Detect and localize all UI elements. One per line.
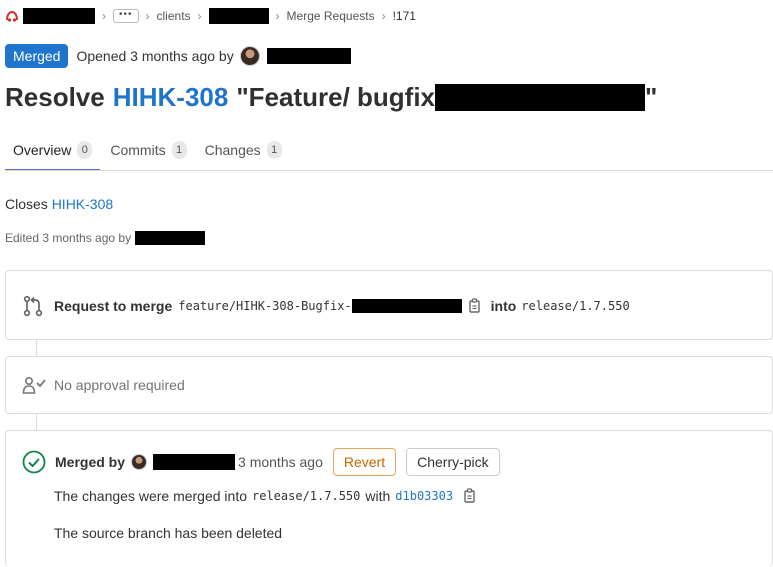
merged-into-text: The changes were merged into	[54, 488, 247, 504]
commit-sha-link[interactable]: d1b03303	[395, 489, 453, 503]
tab-count: 0	[77, 141, 93, 159]
request-to-merge-label: Request to merge	[54, 298, 173, 314]
opened-text: Opened 3 months ago by	[76, 48, 234, 64]
merged-status-badge: Merged	[5, 44, 69, 68]
merge-request-icon	[22, 295, 44, 317]
edited-info: Edited 3 months ago by	[5, 231, 206, 245]
target-branch[interactable]: release/1.7.550	[521, 299, 629, 313]
copy-branch-icon[interactable]	[468, 298, 482, 314]
into-label: into	[490, 298, 517, 314]
redacted-editor	[135, 231, 206, 245]
merged-into-row: The changes were merged into release/1.7…	[54, 488, 477, 504]
tabs-divider	[5, 170, 773, 171]
revert-button[interactable]: Revert	[332, 448, 397, 476]
merge-request-row: Request to merge feature/HIHK-308-Bugfix…	[22, 295, 630, 317]
tab-count: 1	[266, 141, 282, 159]
tab-commits[interactable]: Commits 1	[102, 130, 194, 170]
chevron-right-icon: ›	[102, 9, 106, 23]
copy-sha-icon[interactable]	[463, 488, 477, 504]
mr-tabs: Overview 0 Commits 1 Changes 1	[5, 130, 292, 171]
title-text: "Feature/ bugfix	[236, 82, 436, 112]
with-label: with	[365, 488, 391, 504]
breadcrumb-group-link[interactable]: clients	[157, 9, 191, 23]
breadcrumb-merge-requests-link[interactable]: Merge Requests	[287, 9, 375, 23]
approval-user-check-icon	[22, 375, 48, 395]
approval-widget: No approval required	[5, 356, 773, 414]
edited-text: Edited 3 months ago by	[5, 231, 132, 245]
tab-count: 1	[171, 141, 187, 159]
tab-label: Changes	[204, 142, 261, 158]
title-suffix: "	[645, 82, 658, 112]
tab-changes[interactable]: Changes 1	[197, 130, 290, 170]
merged-by-label: Merged by	[55, 454, 126, 470]
chevron-right-icon: ›	[381, 9, 386, 23]
title-issue-link[interactable]: HIHK-308	[113, 82, 229, 113]
approval-row: No approval required	[22, 375, 185, 395]
author-avatar[interactable]	[239, 46, 260, 66]
cherry-pick-button[interactable]: Cherry-pick	[406, 448, 500, 476]
tab-label: Overview	[13, 142, 72, 158]
merged-time: 3 months ago	[238, 454, 323, 470]
redacted-namespace	[23, 8, 95, 24]
merged-target-branch[interactable]: release/1.7.550	[252, 489, 360, 503]
description-closes: Closes HIHK-308	[5, 196, 113, 212]
merged-widget: Merged by 3 months ago Revert Cherry-pic…	[5, 430, 773, 567]
approval-text: No approval required	[54, 377, 185, 393]
merger-avatar[interactable]	[131, 454, 148, 470]
redacted-merger	[153, 454, 236, 470]
redacted-branch	[351, 299, 462, 313]
branch-deleted-row: The source branch has been deleted	[54, 525, 282, 541]
breadcrumb: › ••• › clients › › Merge Requests › !17…	[5, 6, 416, 26]
closes-issue-link[interactable]: HIHK-308	[52, 196, 113, 212]
mr-status-row: Merged Opened 3 months ago by	[5, 44, 351, 68]
source-branch[interactable]: feature/HIHK-308-Bugfix-	[178, 299, 351, 313]
closes-label: Closes	[5, 196, 48, 212]
chevron-right-icon: ›	[145, 9, 150, 23]
title-prefix: Resolve	[5, 82, 105, 112]
redacted-project	[208, 8, 269, 24]
redacted-title	[435, 84, 646, 111]
page-title: Resolve HIHK-308 "Feature/ bugfix "	[5, 82, 657, 113]
success-check-icon	[22, 450, 46, 474]
merged-by-row: Merged by 3 months ago Revert Cherry-pic…	[22, 448, 500, 476]
breadcrumb-more-button[interactable]: •••	[113, 9, 139, 23]
chevron-right-icon: ›	[197, 9, 202, 23]
tab-label: Commits	[110, 142, 166, 158]
merge-request-widget: Request to merge feature/HIHK-308-Bugfix…	[5, 270, 773, 340]
project-logo-icon[interactable]	[5, 9, 19, 23]
branch-deleted-text: The source branch has been deleted	[54, 525, 283, 541]
redacted-author	[266, 48, 351, 64]
chevron-right-icon: ›	[275, 9, 280, 23]
breadcrumb-mr-id[interactable]: !171	[393, 9, 416, 23]
tab-overview[interactable]: Overview 0	[5, 130, 101, 171]
